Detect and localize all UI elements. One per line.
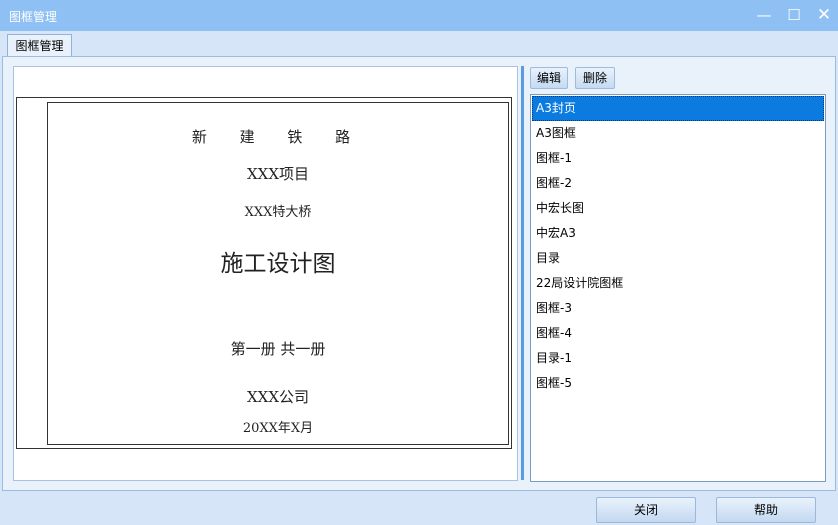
close-icon[interactable]: ✕ [806,0,838,31]
list-item[interactable]: 图框-1 [532,146,824,171]
list-item[interactable]: 目录-1 [532,346,824,371]
preview-line-design: 施工设计图 [220,251,336,277]
preview-line-company: XXX公司 [246,388,310,406]
preview-inner-border: 新 建 铁 路 XXX项目 XXX特大桥 施工设计图 第一册 共一册 XXX公司… [47,102,509,445]
list-item[interactable]: A3图框 [532,121,824,146]
close-button[interactable]: 关闭 [596,497,696,523]
list-item[interactable]: 图框-2 [532,171,824,196]
frame-list[interactable]: A3封页 A3图框 图框-1 图框-2 中宏长图 中宏A3 目录 22局设计院图… [530,94,826,482]
preview-outer-border: 新 建 铁 路 XXX项目 XXX特大桥 施工设计图 第一册 共一册 XXX公司… [16,97,512,449]
delete-button[interactable]: 删除 [575,67,615,89]
list-item[interactable]: 图框-4 [532,321,824,346]
preview-line-project: XXX项目 [246,165,310,183]
list-item[interactable]: 中宏长图 [532,196,824,221]
preview-line-date: 20XX年X月 [242,421,314,436]
edit-button[interactable]: 编辑 [530,67,568,89]
list-item[interactable]: 目录 [532,246,824,271]
frame-preview: 新 建 铁 路 XXX项目 XXX特大桥 施工设计图 第一册 共一册 XXX公司… [13,66,518,481]
list-item[interactable]: A3封页 [532,96,824,121]
list-item[interactable]: 中宏A3 [532,221,824,246]
help-button[interactable]: 帮助 [716,497,816,523]
list-item[interactable]: 图框-5 [532,371,824,396]
preview-line-volume: 第一册 共一册 [230,340,326,358]
splitter[interactable] [521,66,524,480]
list-item[interactable]: 22局设计院图框 [532,271,824,296]
window-title: 图框管理 [9,10,58,24]
tab-frame-management[interactable]: 图框管理 [7,34,72,57]
preview-line-railway: 新 建 铁 路 [191,128,365,146]
title-bar: 图框管理 — ☐ ✕ [0,0,838,31]
preview-line-bridge: XXX特大桥 [244,205,312,220]
list-item[interactable]: 图框-3 [532,296,824,321]
